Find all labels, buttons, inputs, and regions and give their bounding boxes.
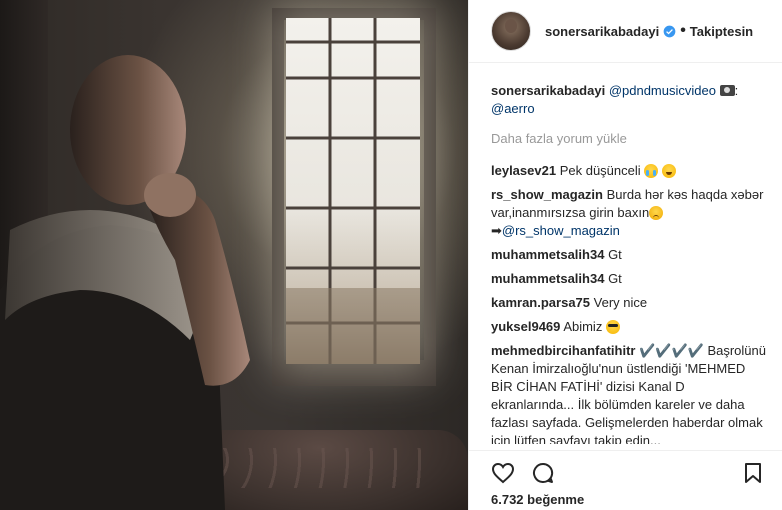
post-container: sonersarikabadayi • Takiptesin sonersari… <box>0 0 782 510</box>
comment-username[interactable]: muhammetsalih34 <box>491 271 604 286</box>
grinning-emoji-icon <box>661 164 676 178</box>
comment-username[interactable]: muhammetsalih34 <box>491 247 604 262</box>
header-username[interactable]: sonersarikabadayi <box>545 24 659 39</box>
sunglasses-emoji-icon <box>605 320 620 334</box>
action-bar <box>469 450 782 491</box>
photo-person <box>0 55 250 510</box>
comment-icon[interactable] <box>531 461 555 485</box>
caption-mention[interactable]: @aerro <box>491 101 535 116</box>
comment-text: Very nice <box>593 295 648 310</box>
comment-username[interactable]: kamran.parsa75 <box>491 295 590 310</box>
heart-icon[interactable] <box>491 461 515 485</box>
caption: sonersarikabadayi @pdndmusicvideo : @aer… <box>491 83 739 116</box>
crying-laughing-emoji-icon <box>644 164 659 178</box>
comment-text: Abimiz <box>563 319 603 334</box>
comment-mention[interactable]: @rs_show_magazin <box>502 223 620 238</box>
following-button[interactable]: Takiptesin <box>690 24 753 39</box>
comment: rs_show_magazin Burda hər kəs haqda xəbə… <box>491 186 768 240</box>
post-header: sonersarikabadayi • Takiptesin <box>469 0 782 63</box>
side-panel: sonersarikabadayi • Takiptesin sonersari… <box>468 0 782 510</box>
comment-text: Gt <box>608 271 622 286</box>
comment: yuksel9469 Abimiz <box>491 318 768 336</box>
photo-window <box>286 18 420 364</box>
comment: mehmedbircihanfatihitr ✔️✔️✔️✔️ Başrolün… <box>491 342 768 444</box>
avatar[interactable] <box>491 11 531 51</box>
header-separator: • <box>680 22 686 39</box>
comments-list: sonersarikabadayi @pdndmusicvideo : @aer… <box>469 62 782 444</box>
caption-mention[interactable]: @pdndmusicvideo <box>609 83 716 98</box>
comment-text: ✔️✔️✔️✔️ Başrolünü Kenan İmirzalıoğlu'nu… <box>491 343 766 444</box>
window-bars <box>286 18 420 364</box>
camera-icon <box>719 85 735 96</box>
comment-text: Pek düşünceli <box>559 163 641 178</box>
comment-username[interactable]: yuksel9469 <box>491 319 560 334</box>
caption-username[interactable]: sonersarikabadayi <box>491 83 605 98</box>
comment-username[interactable]: mehmedbircihanfatihitr <box>491 343 635 358</box>
load-more-comments[interactable]: Daha fazla yorum yükle <box>491 130 768 148</box>
comment: muhammetsalih34 Gt <box>491 270 768 288</box>
likes-count[interactable]: 6.732 beğenme <box>491 492 584 507</box>
comment-username[interactable]: rs_show_magazin <box>491 187 603 202</box>
sad-emoji-icon <box>649 206 664 220</box>
post-photo[interactable] <box>0 0 468 510</box>
comment: leylasev21 Pek düşünceli <box>491 162 768 180</box>
comment: muhammetsalih34 Gt <box>491 246 768 264</box>
comment-text: Gt <box>608 247 622 262</box>
bookmark-icon[interactable] <box>741 461 765 485</box>
comment: kamran.parsa75 Very nice <box>491 294 768 312</box>
arrow-icon: ➡ <box>491 223 502 238</box>
verified-badge-icon <box>663 25 676 37</box>
comment-username[interactable]: leylasev21 <box>491 163 556 178</box>
